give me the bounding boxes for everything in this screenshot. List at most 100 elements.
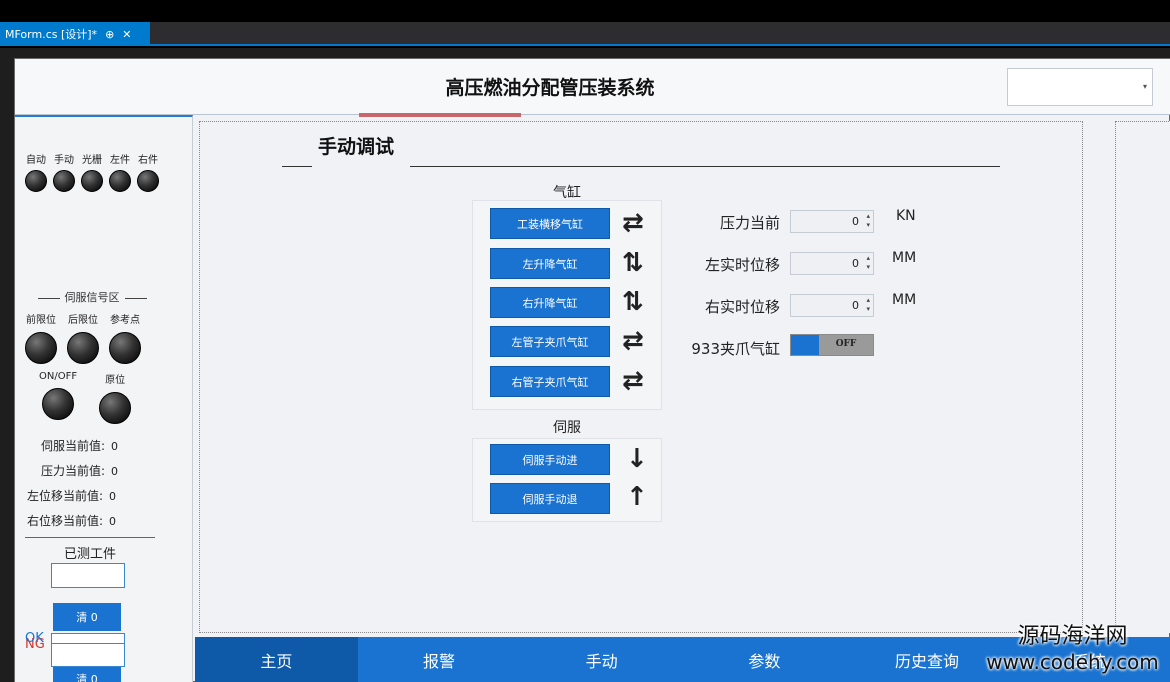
- indicator-label: 右件: [138, 155, 158, 166]
- spin-arrows-icon[interactable]: ▴ ▾: [866, 296, 870, 314]
- left-divider: [25, 537, 155, 538]
- stepper-value: 0: [852, 215, 859, 228]
- heading-rule-left: [282, 166, 312, 167]
- power-indicator-group: ON/OFF 原位: [39, 371, 132, 424]
- indicator-front-limit: 前限位: [25, 311, 57, 364]
- indicator-label: 原位: [105, 375, 126, 386]
- swap-horizontal-icon: ⇄: [622, 326, 644, 356]
- clamp-cylinder-toggle[interactable]: OFF: [790, 334, 874, 356]
- indicator-manual: 手动: [53, 151, 75, 192]
- indicator-label: ON/OFF: [39, 371, 78, 382]
- servo-manual-retreat-button[interactable]: 伺服手动退: [490, 483, 610, 514]
- indicator-label: 左件: [110, 155, 130, 166]
- indicator-lamp-icon: [25, 170, 47, 192]
- pressure-current-readout: 压力当前值: 0: [41, 462, 118, 479]
- swap-horizontal-icon: ⇄: [622, 366, 644, 396]
- servo-group-title: 伺服: [553, 420, 581, 436]
- left-realtime-disp-stepper[interactable]: 0 ▴ ▾: [790, 252, 874, 275]
- ok-label: OK: [25, 631, 44, 646]
- right-pipe-clamp-cylinder-button[interactable]: 右管子夹爪气缸: [490, 366, 610, 397]
- indicator-left-part: 左件: [109, 151, 131, 192]
- cylinder-group-title: 气缸: [553, 185, 581, 201]
- indicator-auto: 自动: [25, 151, 47, 192]
- left-status-panel: 自动 手动 光栅 左件 右件 伺服信号区 前限位 后限位 参考点 ON/OFF …: [15, 115, 193, 682]
- pressure-unit: KN: [896, 208, 916, 224]
- indicator-right-part: 右件: [137, 151, 159, 192]
- nav-alarm[interactable]: 报警: [358, 637, 521, 682]
- spin-arrows-icon[interactable]: ▴ ▾: [866, 212, 870, 230]
- heading-rule-right: [410, 166, 1000, 167]
- indicator-label: 前限位: [26, 315, 56, 326]
- tested-parts-title: 已测工件: [63, 547, 116, 562]
- right-realtime-disp-label: 右实时位移: [704, 298, 780, 316]
- readout-label: 左位移当前值:: [27, 489, 104, 503]
- indicator-on-off: ON/OFF: [39, 371, 77, 424]
- servo-current-readout: 伺服当前值: 0: [41, 437, 118, 454]
- swap-vertical-icon: ⇅: [622, 248, 644, 278]
- readout-label: 伺服当前值:: [41, 439, 106, 453]
- right-realtime-disp-stepper[interactable]: 0 ▴ ▾: [790, 294, 874, 317]
- document-tab-label: MForm.cs [设计]*: [5, 28, 98, 41]
- stepper-value: 0: [852, 257, 859, 270]
- toggle-knob: [791, 335, 819, 355]
- clamp-cylinder-label: 933夹爪气缸: [691, 340, 780, 358]
- title-accent-bar: [359, 113, 521, 117]
- pressure-current-stepper[interactable]: 0 ▴ ▾: [790, 210, 874, 233]
- indicator-lamp-icon: [42, 388, 75, 420]
- stepper-value: 0: [852, 299, 859, 312]
- close-icon[interactable]: ✕: [122, 28, 131, 41]
- nav-home[interactable]: 主页: [195, 637, 358, 682]
- readout-value: 0: [111, 465, 119, 478]
- left-lift-cylinder-button[interactable]: 左升降气缸: [490, 248, 610, 279]
- tested-count-field[interactable]: [51, 563, 125, 588]
- clear-ok-button[interactable]: 清 0: [53, 665, 121, 682]
- pin-icon[interactable]: ⊕: [105, 28, 114, 41]
- toggle-state-text: OFF: [835, 339, 857, 349]
- manual-debug-panel: 手动调试 气缸 工装横移气缸 ⇄ 左升降气缸 ⇅ 右升降气缸 ⇅ 左管子夹爪气缸…: [199, 121, 1083, 633]
- indicator-home: 原位: [99, 371, 132, 424]
- right-disp-current-readout: 右位移当前值: 0: [27, 512, 116, 529]
- header-combo-box[interactable]: ▾: [1007, 68, 1153, 106]
- spin-arrows-icon[interactable]: ▴ ▾: [866, 254, 870, 272]
- fixture-traverse-cylinder-button[interactable]: 工装横移气缸: [490, 208, 610, 239]
- left-pipe-clamp-cylinder-button[interactable]: 左管子夹爪气缸: [490, 326, 610, 357]
- indicator-rear-limit: 后限位: [67, 311, 99, 364]
- top-black-bar: [0, 0, 1170, 22]
- watermark-cn: 源码海洋网: [1017, 624, 1128, 649]
- servo-manual-forward-button[interactable]: 伺服手动进: [490, 444, 610, 475]
- indicator-lamp-icon: [67, 332, 99, 364]
- indicator-label: 参考点: [110, 315, 140, 326]
- indicator-grating: 光栅: [81, 151, 103, 192]
- right-lift-cylinder-button[interactable]: 右升降气缸: [490, 287, 610, 318]
- ide-tab-strip: MForm.cs [设计]* ⊕ ✕: [0, 22, 1170, 46]
- indicator-lamp-icon: [53, 170, 75, 192]
- nav-manual[interactable]: 手动: [520, 637, 683, 682]
- indicator-reference: 参考点: [109, 311, 141, 364]
- left-realtime-disp-label: 左实时位移: [704, 256, 780, 274]
- readout-label: 右位移当前值:: [27, 514, 104, 528]
- swap-vertical-icon: ⇅: [622, 287, 644, 317]
- indicator-label: 后限位: [68, 315, 98, 326]
- pressure-current-label: 压力当前: [719, 214, 780, 232]
- watermark: 源码海洋网 www.codehy.com: [975, 624, 1170, 674]
- indicator-lamp-icon: [109, 170, 131, 192]
- servo-section-title: 伺服信号区: [27, 289, 157, 305]
- clear-ng-button[interactable]: 清 0: [53, 603, 121, 631]
- designer-surface: 高压燃油分配管压装系统 ▾ 自动 手动 光栅 左件 右件 伺服信号区 前限位 后…: [0, 48, 1170, 682]
- mode-indicator-group: 自动 手动 光栅 左件 右件: [25, 151, 159, 192]
- indicator-lamp-icon: [99, 392, 132, 424]
- indicator-lamp-icon: [137, 170, 159, 192]
- watermark-url: www.codehy.com: [986, 650, 1159, 674]
- chevron-down-icon: ▾: [1142, 82, 1147, 91]
- nav-parameters[interactable]: 参数: [683, 637, 846, 682]
- ok-count-field[interactable]: [51, 643, 125, 667]
- right-side-strip: [1115, 121, 1170, 633]
- indicator-lamp-icon: [25, 332, 57, 364]
- indicator-lamp-icon: [81, 170, 103, 192]
- indicator-label: 光栅: [82, 155, 102, 166]
- page-title: 手动调试: [318, 136, 395, 158]
- header-bar: 高压燃油分配管压装系统 ▾: [15, 59, 1170, 115]
- servo-indicator-group: 前限位 后限位 参考点: [25, 311, 141, 364]
- indicator-label: 自动: [26, 155, 46, 166]
- document-tab[interactable]: MForm.cs [设计]* ⊕ ✕: [0, 22, 150, 46]
